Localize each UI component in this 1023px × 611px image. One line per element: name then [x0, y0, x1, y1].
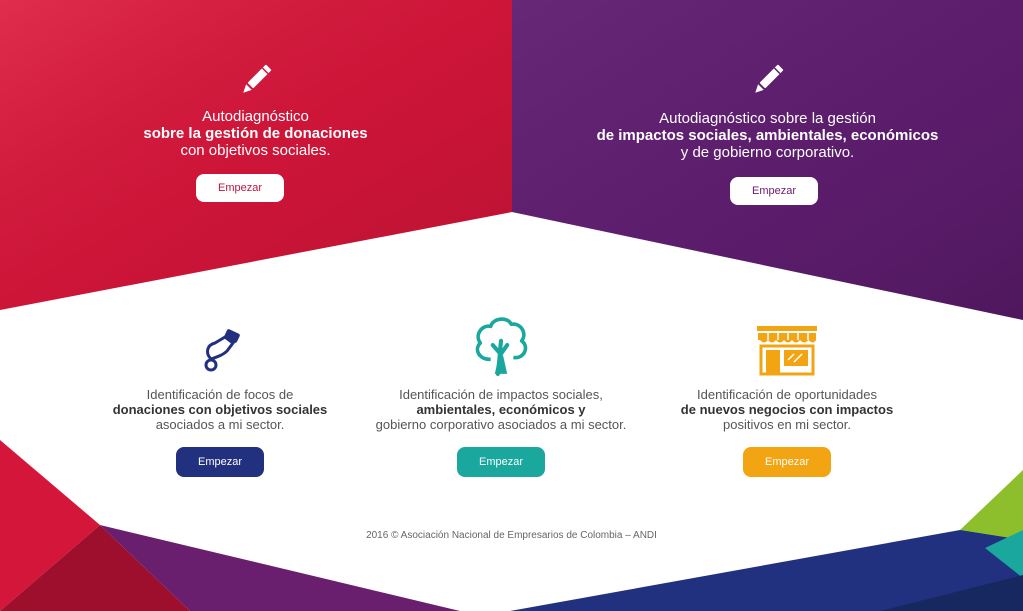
feature-text: Identificación de oportunidades de nuevo…	[637, 387, 937, 432]
feature-line2: de nuevos negocios con impactos	[680, 402, 894, 417]
start-button-focos[interactable]: Empezar	[176, 447, 264, 477]
tree-icon	[475, 317, 528, 376]
feature-line1: Identificación de oportunidades	[697, 387, 877, 402]
feature-line2: donaciones con objetivos sociales	[112, 402, 328, 417]
hero-line3: y de gobierno corporativo.	[680, 144, 855, 161]
hero-text: Autodiagnóstico sobre la gestión de impa…	[512, 110, 1023, 161]
feature-text: Identificación de focos de donaciones co…	[70, 387, 370, 432]
hero-line2: de impactos sociales, ambientales, econó…	[596, 127, 939, 144]
hero-line1: Autodiagnóstico sobre la gestión	[659, 110, 876, 127]
hero-line2: sobre la gestión de donaciones	[143, 125, 368, 142]
hero-line1: Autodiagnóstico	[202, 108, 309, 125]
pencil-icon	[754, 64, 783, 93]
hero-text: Autodiagnóstico sobre la gestión de dona…	[0, 108, 511, 159]
pencil-icon	[242, 64, 271, 93]
feature-line2: ambientales, económicos y	[416, 402, 586, 417]
start-button-impactos[interactable]: Empezar	[730, 177, 818, 205]
hero-donaciones: Autodiagnóstico sobre la gestión de dona…	[0, 0, 511, 300]
feature-line1: Identificación de focos de	[146, 387, 294, 402]
hand-coin-icon	[204, 329, 240, 372]
feature-line3: positivos en mi sector.	[723, 417, 851, 432]
hero-impactos: Autodiagnóstico sobre la gestión de impa…	[512, 0, 1023, 300]
hero-line3: con objetivos sociales.	[180, 142, 331, 159]
feature-line1: Identificación de impactos sociales,	[399, 387, 603, 402]
footer-copyright: 2016 © Asociación Nacional de Empresario…	[366, 530, 657, 541]
storefront-icon	[757, 326, 817, 376]
feature-text: Identificación de impactos sociales, amb…	[351, 387, 651, 432]
start-button-negocios[interactable]: Empezar	[743, 447, 831, 477]
start-button-impactos-sector[interactable]: Empezar	[457, 447, 545, 477]
feature-line3: gobierno corporativo asociados a mi sect…	[375, 417, 627, 432]
start-button-donaciones[interactable]: Empezar	[196, 174, 284, 202]
feature-line3: asociados a mi sector.	[155, 417, 285, 432]
